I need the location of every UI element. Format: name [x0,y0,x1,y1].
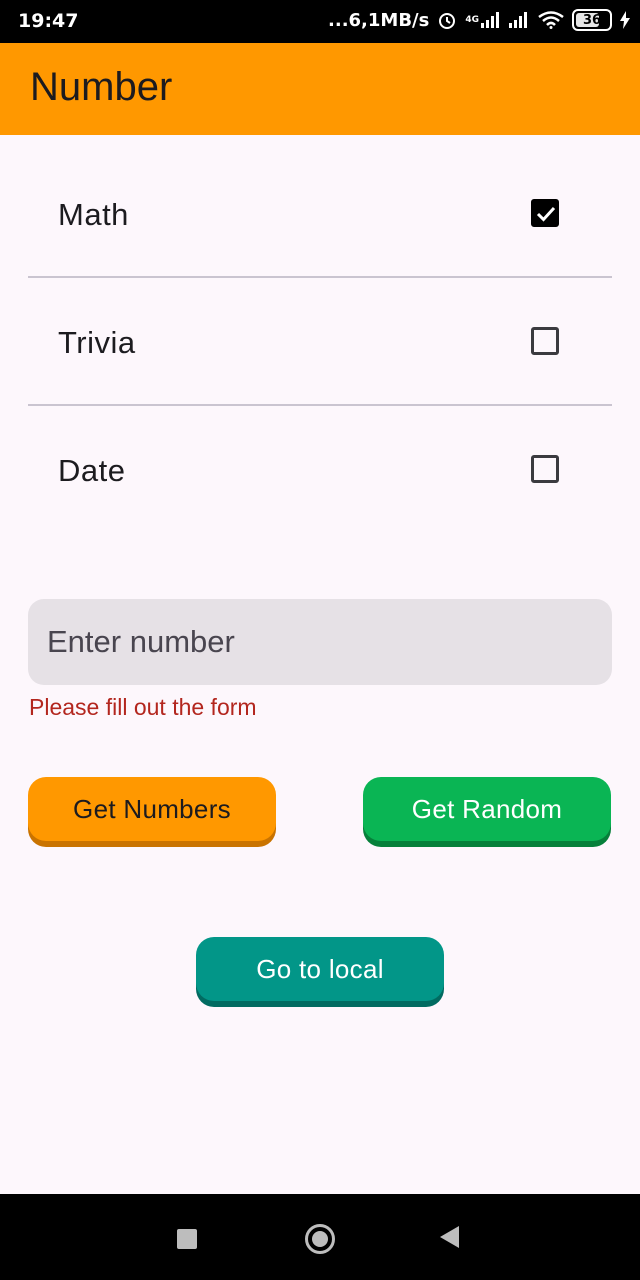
battery-level: 36 [582,12,602,28]
home-icon[interactable] [305,1224,335,1254]
get-random-button[interactable]: Get Random [363,777,611,841]
math-checkbox[interactable] [531,199,559,227]
status-time: 19:47 [18,10,79,32]
number-input-container[interactable] [28,599,612,685]
go-to-local-button[interactable]: Go to local [196,937,444,1001]
checkbox-row-trivia[interactable]: Trivia [28,278,612,406]
checkbox-label-math: Math [58,197,129,232]
get-numbers-button[interactable]: Get Numbers [28,777,276,841]
trivia-checkbox[interactable] [531,327,559,355]
checkmark-icon [536,206,556,222]
signal-icon [508,12,530,28]
app-bar: Number [0,43,640,135]
error-message: Please fill out the form [29,694,257,720]
date-checkbox[interactable] [531,455,559,483]
network-type-label: 4G [465,15,479,25]
wifi-icon [538,11,564,29]
battery-icon: 36 [572,9,612,31]
status-icons: ...6,1MB/s 4G 36 [328,9,630,31]
checkbox-label-trivia: Trivia [58,325,136,360]
number-input[interactable] [47,599,587,685]
back-icon[interactable] [440,1226,459,1248]
signal-4g-icon: 4G [465,12,500,28]
checkbox-label-date: Date [58,453,126,488]
status-bar: 19:47 ...6,1MB/s 4G 36 [0,0,640,43]
checkbox-row-date[interactable]: Date [28,406,612,534]
network-speed: ...6,1MB/s [328,9,430,31]
page-title: Number [30,65,173,109]
checkbox-row-math[interactable]: Math [28,150,612,278]
recents-icon[interactable] [177,1229,197,1249]
charging-icon [620,11,630,29]
system-nav-bar [0,1194,640,1280]
alarm-icon [437,10,457,30]
